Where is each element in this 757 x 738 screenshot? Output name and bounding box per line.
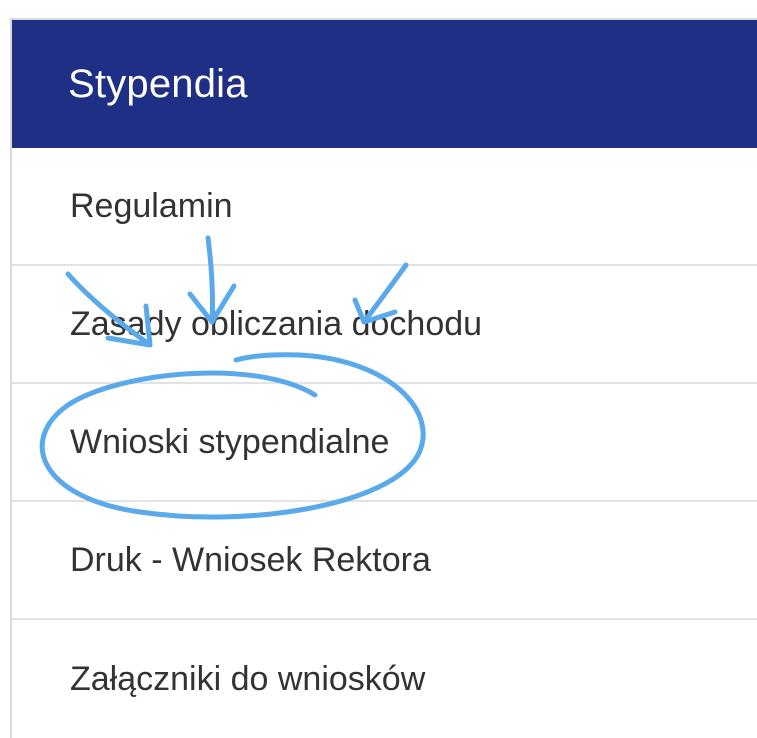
panel-header: Stypendia (12, 20, 757, 148)
menu-item-wnioski-stypendialne[interactable]: Wnioski stypendialne (12, 384, 757, 502)
menu-item-druk-wniosek-rektora[interactable]: Druk - Wniosek Rektora (12, 502, 757, 620)
menu-item-label: Wnioski stypendialne (70, 422, 390, 461)
menu-item-label: Druk - Wniosek Rektora (70, 540, 431, 579)
menu-item-label: Załączniki do wniosków (70, 659, 426, 698)
menu-item-label: Regulamin (70, 186, 233, 225)
menu-item-label: Zasady obliczania dochodu (70, 304, 483, 343)
menu-item-regulamin[interactable]: Regulamin (12, 148, 757, 266)
panel-title: Stypendia (68, 61, 248, 106)
menu-item-zalaczniki-do-wnioskow[interactable]: Załączniki do wniosków (12, 620, 757, 738)
menu-item-zasady-obliczania-dochodu[interactable]: Zasady obliczania dochodu (12, 266, 757, 384)
stypendia-panel: Stypendia Regulamin Zasady obliczania do… (10, 18, 757, 738)
stypendia-menu: Regulamin Zasady obliczania dochodu Wnio… (12, 148, 757, 738)
